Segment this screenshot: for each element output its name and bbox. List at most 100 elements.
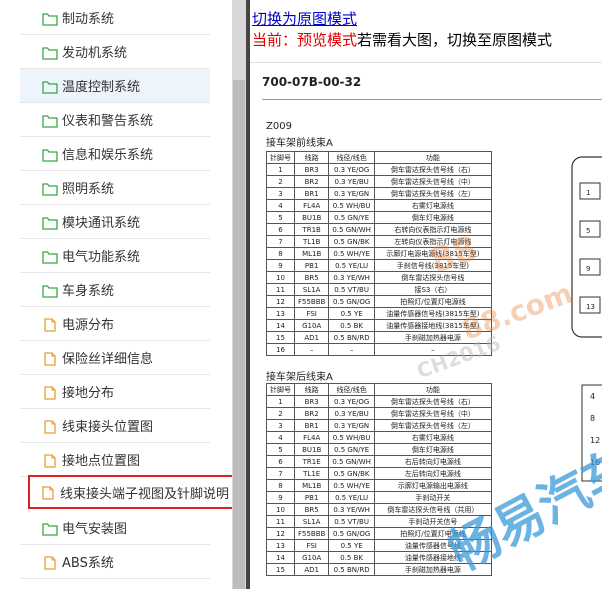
table-header-cell: 线路: [293, 151, 330, 164]
table-cell: 0.5 GN/WH: [328, 223, 375, 236]
table-cell: 8: [266, 479, 295, 492]
table-cell: BR1: [293, 187, 330, 200]
sidebar-scrollbar[interactable]: [232, 0, 246, 589]
connector-pin-label: 1: [586, 189, 590, 197]
document-icon: [42, 555, 58, 570]
sidebar-item[interactable]: 温度控制系统: [20, 69, 210, 103]
table-cell: ML1B: [293, 247, 330, 260]
switch-to-original-link[interactable]: 切换为原图模式: [252, 8, 357, 29]
sidebar-item[interactable]: 接地点位置图: [20, 443, 210, 477]
sidebar-item[interactable]: 仪表和警告系统: [20, 103, 210, 137]
table-cell: 12: [266, 527, 295, 540]
table-cell: 拍照灯/位置灯电源线: [373, 527, 492, 540]
table-cell: 倒车雷达探头信号线（中）: [373, 175, 492, 188]
table-header-cell: 线径/线色: [328, 383, 375, 396]
table-cell: 0.3 YE/GN: [328, 419, 375, 432]
table-cell: TL1E: [293, 467, 330, 480]
table-cell: 0.5 YE/LU: [328, 491, 375, 504]
sidebar-item[interactable]: ABS系统: [20, 545, 210, 579]
document-icon: [40, 485, 56, 500]
table-cell: FL4A: [293, 431, 330, 444]
table-cell: –: [293, 343, 330, 356]
table-cell: 0.3 YE/BU: [328, 175, 375, 188]
preview-mode-label: 预览模式: [297, 33, 358, 49]
table-cell: PB1: [293, 259, 330, 272]
sidebar-item[interactable]: 模块通讯系统: [20, 205, 210, 239]
scrollbar-thumb[interactable]: [233, 80, 245, 589]
table-cell: 0.5 YE: [328, 539, 375, 552]
table-cell: 3: [266, 187, 295, 200]
table-cell: 倒车灯电源线: [373, 211, 492, 224]
table-cell: FL4A: [293, 199, 330, 212]
table-cell: 12: [266, 295, 295, 308]
table-cell: 0.5 BK: [328, 319, 375, 332]
table-cell: 0.3 YE/OG: [328, 163, 375, 176]
document-preview[interactable]: 700-07B-00-32 Z009 接车架前线束A 针脚号 线路 线径/线色 功能 1…: [250, 62, 602, 589]
sidebar-item[interactable]: 电气功能系统: [20, 239, 210, 273]
sidebar-item[interactable]: 信息和娱乐系统: [20, 137, 210, 171]
table-cell: 3: [266, 419, 295, 432]
table-row: 10 BR5 0.3 YE/WH 倒车雷达探头信号线: [266, 271, 492, 284]
table-cell: G10A: [293, 319, 330, 332]
sidebar-item-label: 温度控制系统: [62, 80, 141, 95]
document-icon: [42, 453, 58, 468]
table-cell: 右雾灯电源线: [373, 199, 492, 212]
sidebar-item[interactable]: 发动机系统: [20, 35, 210, 69]
table-cell: 5: [266, 443, 295, 456]
sidebar-item-label: 发动机系统: [62, 46, 128, 61]
table-cell: 拍照灯/位置灯电源线: [373, 295, 492, 308]
folder-icon: [42, 113, 58, 128]
section-code: Z009: [266, 121, 292, 132]
table-row: 12 F55BBB 0.5 GN/OG 拍照灯/位置灯电源线: [266, 527, 492, 540]
table-cell: BR2: [293, 407, 330, 420]
folder-icon: [42, 79, 58, 94]
sidebar-item-label: 接地分布: [62, 386, 115, 401]
content-panel: 切换为原图模式 当前：预览模式若需看大图，切换至原图模式 700-07B-00-…: [250, 0, 602, 589]
table-cell: 油量传感器接地线(3815车型): [373, 319, 492, 332]
connector-pin-label: 12: [590, 436, 600, 445]
table-cell: 7: [266, 467, 295, 480]
table-cell: PB1: [293, 491, 330, 504]
table-cell: 2: [266, 407, 295, 420]
sidebar-item[interactable]: 保险丝详细信息: [20, 341, 210, 375]
table-cell: 4: [266, 199, 295, 212]
table-cell: SL1A: [293, 283, 330, 296]
sidebar-item[interactable]: 线束接头位置图: [20, 409, 210, 443]
table-row: 8 ML1B 0.5 WH/YE 示廓灯电源输出电源线: [266, 479, 492, 492]
sidebar-item[interactable]: 接地分布: [20, 375, 210, 409]
table-header-cell: 针脚号: [266, 151, 295, 164]
table-cell: BU1B: [293, 211, 330, 224]
table-row: 1 BR3 0.3 YE/OG 倒车雷达探头信号线（右）: [266, 395, 492, 408]
table-cell: 0.5 GN/WH: [328, 455, 375, 468]
table-cell: 0.5 BN/RD: [328, 563, 375, 576]
sidebar-item[interactable]: 电源分布: [20, 307, 210, 341]
table-row: 8 ML1B 0.5 WH/YE 示廓灯电源电源线(3815车型): [266, 247, 492, 260]
document-rule: [262, 99, 602, 100]
table-cell: 0.5 WH/BU: [328, 199, 375, 212]
folder-icon: [42, 521, 58, 536]
table-row: 3 BR1 0.3 YE/GN 倒车雷达探头信号线（左）: [266, 187, 492, 200]
sidebar-item-label: 线束接头端子视图及针脚说明: [60, 486, 230, 502]
connector-diagram-rear: 4 8 12 16: [581, 384, 602, 482]
table-cell: 右转向仪表指示灯电源线: [373, 223, 492, 236]
table-cell: BR2: [293, 175, 330, 188]
sidebar-item-label: 接地点位置图: [62, 454, 141, 469]
table-cell: 0.5 GN/BK: [328, 467, 375, 480]
table-cell: BR1: [293, 419, 330, 432]
sidebar-item[interactable]: 线束接头端子视图及针脚说明: [28, 475, 232, 509]
table-cell: 0.3 YE/GN: [328, 187, 375, 200]
table-row: 13 FSI 0.5 YE 油量传感器信号线(3815车型): [266, 307, 492, 320]
table1-title: 接车架前线束A: [266, 138, 333, 149]
table-cell: 13: [266, 307, 295, 320]
sidebar-item[interactable]: 车身系统: [20, 273, 210, 307]
table-cell: 0.5 VT/BU: [328, 515, 375, 528]
sidebar-item[interactable]: 照明系统: [20, 171, 210, 205]
table-cell: 0.5 WH/BU: [328, 431, 375, 444]
table-cell: 油量传感器信号线: [373, 539, 492, 552]
table-cell: BU1B: [293, 443, 330, 456]
table-cell: 手刹信号线(3815车型): [373, 259, 492, 272]
document-icon: [42, 419, 58, 434]
sidebar-item[interactable]: 制动系统: [20, 1, 210, 35]
sidebar-item[interactable]: 电气安装图: [20, 511, 210, 545]
table-cell: 0.5 GN/YE: [328, 211, 375, 224]
